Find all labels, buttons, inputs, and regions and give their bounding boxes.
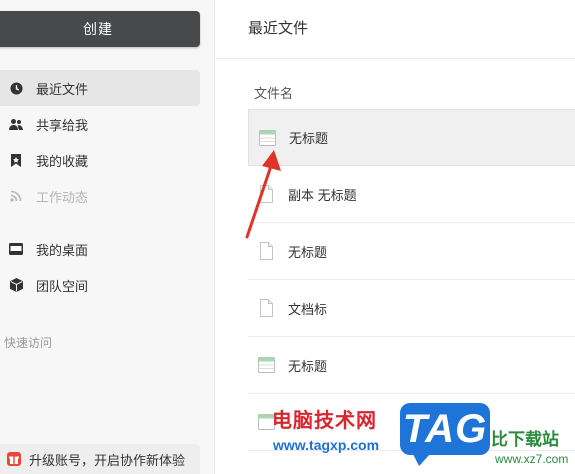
file-name: 文档标 [288,301,328,317]
rss-icon [9,189,23,203]
sidebar: 创建 最近文件 共享给我 我的收藏 工作动态 我的桌面 团队空间 快速访问 升级… [0,0,215,474]
watermark-site-text: 比下载站 [491,430,559,449]
sidebar-item-desktop[interactable]: 我的桌面 [0,231,200,267]
file-name: 副本 无标题 [288,187,357,203]
doc-icon [260,185,273,203]
file-row[interactable]: 文档标 [248,280,575,337]
sidebar-item-activity[interactable]: 工作动态 [0,178,200,214]
file-row[interactable]: 无标题 [248,109,575,166]
doc-icon [260,242,273,260]
divider [216,58,575,59]
create-button[interactable]: 创建 [0,11,200,47]
sidebar-item-label: 最近文件 [36,81,89,97]
file-row[interactable]: 无标题 [248,337,575,394]
upgrade-banner[interactable]: 升级账号，开启协作新体验 [0,444,200,474]
sidebar-item-favorites[interactable]: 我的收藏 [0,142,200,178]
sidebar-item-label: 团队空间 [36,278,89,294]
sidebar-item-team[interactable]: 团队空间 [0,267,200,303]
sidebar-item-label: 我的收藏 [36,153,89,169]
desktop-icon [9,242,23,256]
clock-icon [9,81,23,95]
doc-icon [260,299,273,317]
file-name: 无标题 [288,358,328,374]
sidebar-item-recent[interactable]: 最近文件 [0,70,200,106]
page-title: 最近文件 [248,20,309,37]
sheet-icon [259,129,276,146]
sidebar-item-label: 我的桌面 [36,242,89,258]
column-header-filename[interactable]: 文件名 [254,83,293,102]
quick-access-label: 快速访问 [4,336,53,350]
upgrade-label: 升级账号，开启协作新体验 [29,452,186,468]
watermark-site-url: www.xz7.com [495,452,569,466]
file-row[interactable]: 无标题 [248,223,575,280]
file-row[interactable]: 副本 无标题 [248,166,575,223]
gift-icon [7,452,21,466]
file-name: 无标题 [288,244,328,260]
bookmark-icon [9,153,23,167]
watermark-text: 电脑技术网 [272,410,377,432]
main-panel: 最近文件 文件名 无标题 副本 无标题 无标题 文档标 无标题 [216,0,575,474]
sheet-icon [258,357,275,373]
sidebar-item-label: 工作动态 [36,189,89,205]
watermark-url: www.tagxp.com [273,437,380,453]
sidebar-item-label: 共享给我 [36,117,89,133]
people-icon [9,117,23,131]
cube-icon [9,278,23,292]
file-name: 无标题 [289,131,329,146]
sidebar-item-shared[interactable]: 共享给我 [0,106,200,142]
watermark-logo: TAG [400,403,490,455]
